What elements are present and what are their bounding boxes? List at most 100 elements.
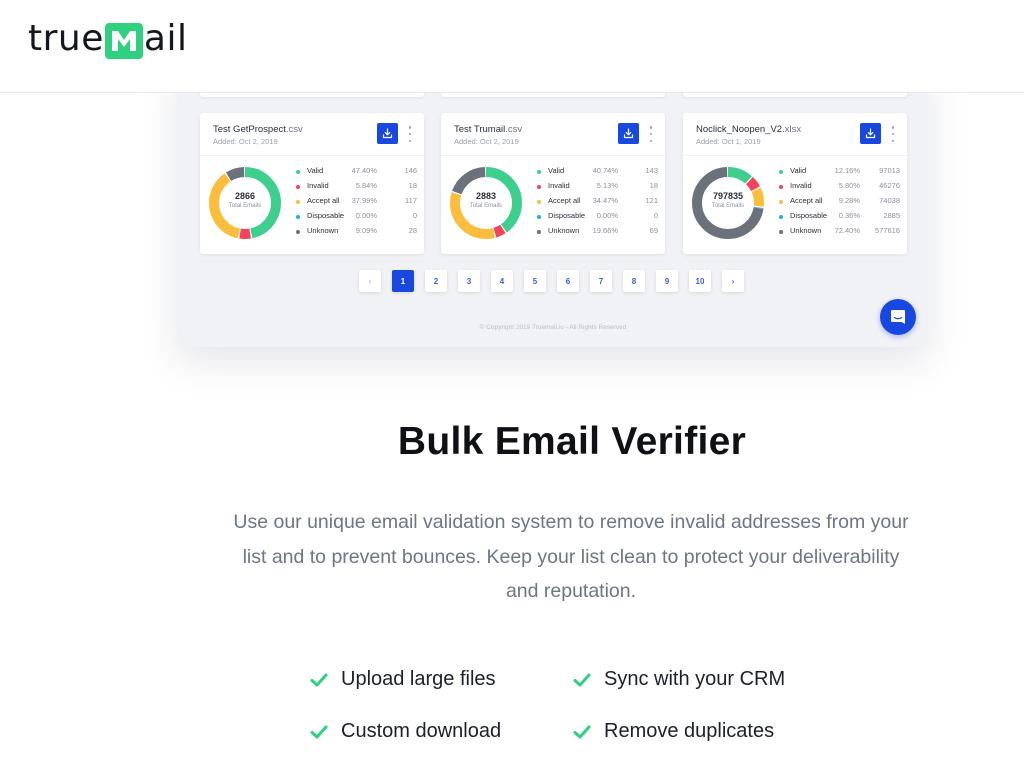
total-emails-label: Total Emails [711, 203, 745, 209]
download-icon [623, 128, 634, 139]
legend-row: Invalid 5.80% 46276 [775, 181, 900, 196]
legend-row: Invalid 5.13% 18 [533, 181, 658, 196]
legend-row: Accept all 34.47% 121 [533, 196, 658, 211]
pagination-page-8[interactable]: 8 [623, 270, 645, 292]
status-percent: 40.74% [592, 166, 618, 175]
status-count: 97013 [879, 166, 900, 175]
file-name-base: Test Trumail [454, 124, 506, 135]
total-emails-label: Total Emails [469, 203, 503, 209]
legend-row: Disposable 0.00% 0 [533, 211, 658, 226]
status-legend: Valid 40.74% 143 Invalid 5.13% 18 Accept… [533, 166, 658, 241]
pagination-page-6[interactable]: 6 [557, 270, 579, 292]
file-name-base: Noclick_Noopen_V2 [696, 124, 783, 135]
pagination-page-5[interactable]: 5 [524, 270, 546, 292]
feature-item: Upload large files [310, 668, 496, 691]
feature-list: Upload large files Sync with your CRM Cu… [310, 668, 830, 758]
card-divider [683, 155, 907, 156]
file-card: Test GetProspect.csv Added: Oct 2, 2019 … [200, 113, 424, 254]
status-count: 69 [649, 226, 658, 235]
chat-bubble-icon [891, 310, 905, 324]
status-dot-icon [779, 200, 783, 204]
file-extension: .xlsx [782, 124, 802, 135]
status-count: 117 [405, 196, 417, 205]
status-percent: 0.00% [355, 211, 377, 220]
feature-label: Remove duplicates [604, 720, 775, 742]
date-added: Added: Oct 2, 2019 [454, 137, 519, 146]
pagination: ‹ 1 2 3 4 5 6 7 8 9 10 › [359, 270, 744, 292]
date-added: Added: Oct 2, 2019 [213, 137, 278, 146]
status-dot-icon [296, 215, 300, 219]
status-label: Valid [548, 166, 565, 175]
dashboard-screenshot: Test GetProspect.csv Added: Oct 2, 2019 … [178, 60, 928, 347]
status-dot-icon [779, 185, 783, 189]
site-header: true ail [0, 0, 1024, 93]
copyright-text: © Copyright 2019 Truemail.io - All Right… [479, 324, 627, 331]
status-percent: 19.66% [592, 226, 618, 235]
legend-row: Unknown 9.09% 28 [292, 226, 417, 241]
pagination-next-button[interactable]: › [722, 270, 744, 292]
legend-row: Disposable 0.36% 2885 [775, 211, 900, 226]
legend-row: Accept all 9.28% 74038 [775, 196, 900, 211]
status-label: Accept all [790, 196, 823, 205]
status-label: Disposable [548, 211, 586, 220]
status-label: Unknown [548, 226, 580, 235]
status-percent: 0.00% [596, 211, 618, 220]
logo-text-true: true [28, 18, 104, 59]
chat-button[interactable] [880, 299, 916, 335]
download-icon [865, 128, 876, 139]
file-extension: .csv [285, 124, 303, 135]
status-count: 143 [645, 166, 658, 175]
download-button[interactable] [860, 123, 881, 144]
status-percent: 12.16% [834, 166, 860, 175]
feature-item: Remove duplicates [573, 720, 774, 743]
feature-label: Upload large files [341, 668, 496, 690]
card-divider [200, 155, 424, 156]
status-dot-icon [537, 185, 541, 189]
status-percent: 0.36% [838, 211, 860, 220]
total-emails-value: 797835 [712, 191, 744, 201]
status-count: 0 [412, 211, 417, 220]
status-dot-icon [296, 185, 300, 189]
pagination-page-4[interactable]: 4 [491, 270, 513, 292]
status-label: Valid [307, 166, 324, 175]
file-name-base: Test GetProspect [213, 124, 286, 135]
status-label: Disposable [790, 211, 828, 220]
status-percent: 72.40% [834, 226, 860, 235]
file-card: Noclick_Noopen_V2.xlsx Added: Oct 1, 201… [683, 113, 907, 254]
file-card: Test Trumail.csv Added: Oct 2, 2019 2883… [441, 113, 665, 254]
status-label: Invalid [790, 181, 812, 190]
status-count: 28 [408, 226, 417, 235]
more-options-icon[interactable] [890, 126, 896, 142]
status-percent: 9.09% [355, 226, 377, 235]
status-count: 0 [653, 211, 658, 220]
pagination-page-7[interactable]: 7 [590, 270, 612, 292]
status-dot-icon [296, 170, 300, 174]
more-options-icon[interactable] [648, 126, 654, 142]
total-emails-label: Total Emails [228, 203, 262, 209]
pagination-prev-button[interactable]: ‹ [359, 270, 381, 292]
more-options-icon[interactable] [407, 126, 413, 142]
status-percent: 47.40% [351, 166, 377, 175]
pagination-page-2[interactable]: 2 [425, 270, 447, 292]
envelope-m-icon [104, 22, 143, 59]
status-dot-icon [779, 170, 783, 174]
status-label: Accept all [307, 196, 340, 205]
status-count: 18 [408, 181, 417, 190]
legend-row: Valid 47.40% 146 [292, 166, 417, 181]
status-dot-icon [537, 215, 541, 219]
legend-row: Valid 12.16% 97013 [775, 166, 900, 181]
status-dot-icon [537, 170, 541, 174]
truemail-logo[interactable]: true ail [28, 18, 187, 59]
status-percent: 34.47% [592, 196, 618, 205]
pagination-page-3[interactable]: 3 [458, 270, 480, 292]
download-button[interactable] [618, 123, 639, 144]
feature-item: Sync with your CRM [573, 668, 785, 691]
status-label: Unknown [790, 226, 822, 235]
pagination-page-9[interactable]: 9 [656, 270, 678, 292]
status-dot-icon [296, 200, 300, 204]
file-name: Noclick_Noopen_V2.xlsx [696, 124, 801, 135]
pagination-page-10[interactable]: 10 [689, 270, 711, 292]
download-button[interactable] [377, 123, 398, 144]
pagination-page-1[interactable]: 1 [392, 270, 414, 292]
status-percent: 5.80% [838, 181, 860, 190]
